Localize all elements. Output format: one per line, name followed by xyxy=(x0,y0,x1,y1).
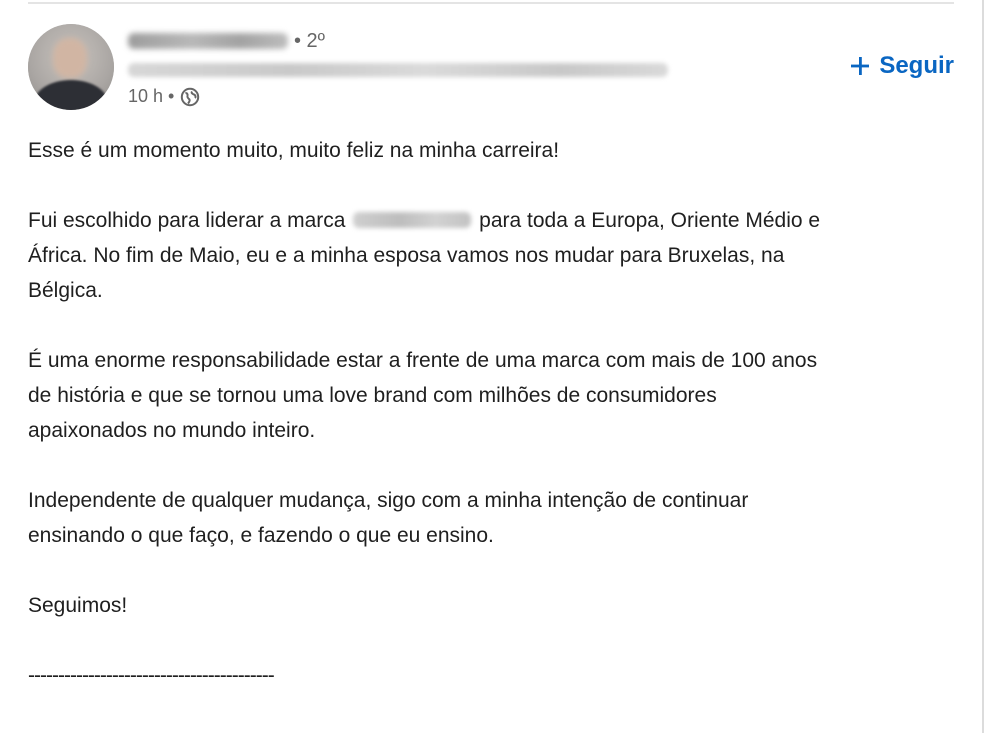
globe-icon xyxy=(180,87,200,107)
post-text: ensinando o que faço, e fazendo o que eu… xyxy=(28,524,494,547)
post-text: para toda a Europa, Oriente Médio e xyxy=(479,209,821,232)
author-meta: • 2º 10 h • xyxy=(128,28,668,107)
post-text: Independente de qualquer mudança, sigo c… xyxy=(28,489,749,512)
post-text: Seguimos! xyxy=(28,594,128,617)
follow-label: Seguir xyxy=(879,52,954,79)
post-text: É uma enorme responsabilidade estar a fr… xyxy=(28,349,818,372)
post-body: Esse é um momento muito, muito feliz na … xyxy=(28,133,958,693)
connection-degree: • 2º xyxy=(294,29,325,52)
post-paragraph-5: Seguimos! xyxy=(28,588,958,623)
avatar-head xyxy=(53,38,87,78)
post-text: Fui escolhido para liderar a marca xyxy=(28,209,346,232)
avatar[interactable] xyxy=(28,24,114,110)
post-time-row: 10 h • xyxy=(128,86,668,107)
post-text: Bélgica. xyxy=(28,279,103,302)
post-text: Esse é um momento muito, muito feliz na … xyxy=(28,139,560,162)
author-headline-redacted xyxy=(128,63,668,77)
post-paragraph-1: Esse é um momento muito, muito feliz na … xyxy=(28,133,958,168)
author-name-redacted[interactable] xyxy=(128,33,288,49)
post-paragraph-2: Fui escolhido para liderar a marca para … xyxy=(28,203,958,308)
post-paragraph-4: Independente de qualquer mudança, sigo c… xyxy=(28,483,958,553)
follow-button[interactable]: Seguir xyxy=(849,52,954,80)
post-divider-text: ----------------------------------------… xyxy=(28,664,275,687)
plus-icon xyxy=(849,55,871,77)
author-name-row: • 2º xyxy=(128,28,668,54)
post-paragraph-3: É uma enorme responsabilidade estar a fr… xyxy=(28,343,958,448)
post-time: 10 h • xyxy=(128,86,175,106)
post-text: apaixonados no mundo inteiro. xyxy=(28,419,316,442)
brand-name-redacted xyxy=(353,212,472,228)
top-divider xyxy=(28,2,954,4)
post-text: de história e que se tornou uma love bra… xyxy=(28,384,717,407)
post-text: África. No fim de Maio, eu e a minha esp… xyxy=(28,244,785,267)
